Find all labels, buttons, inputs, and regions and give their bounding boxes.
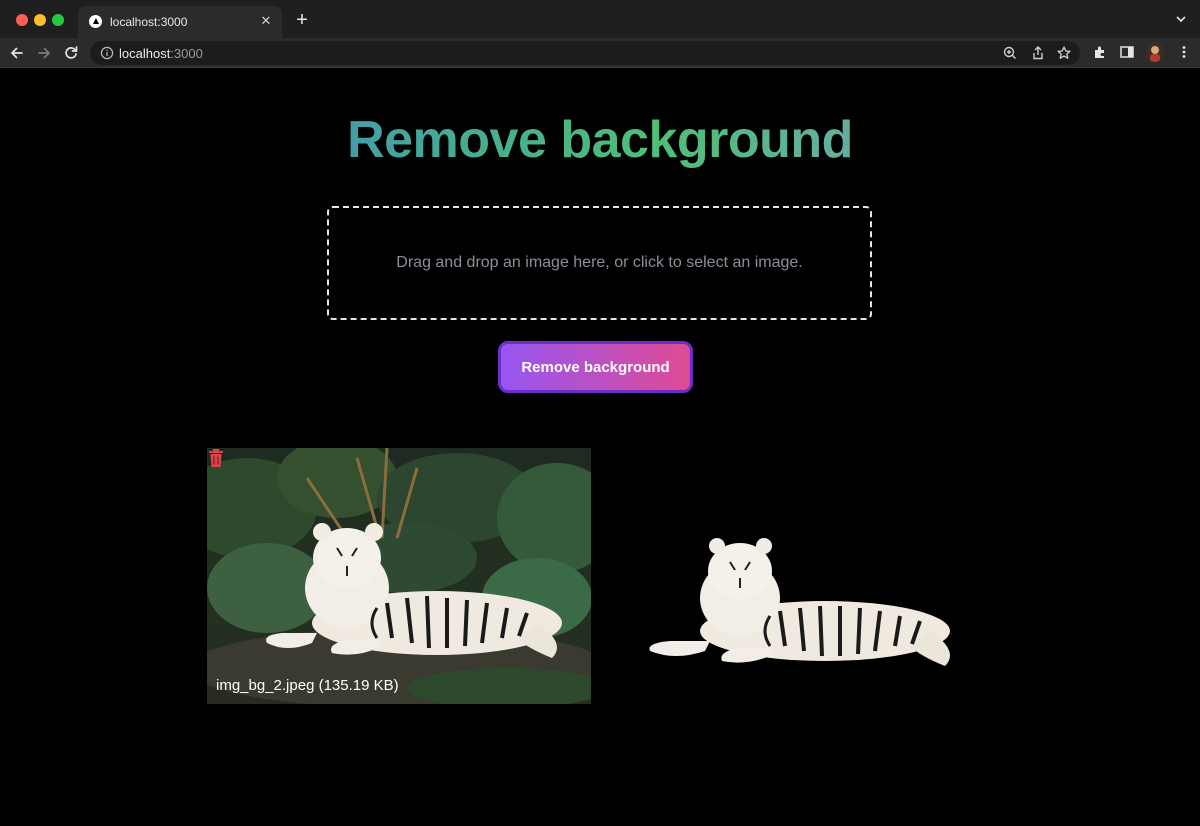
file-name-label: img_bg_2.jpeg (135.19 KB) [216,677,399,694]
avatar[interactable] [1146,42,1164,62]
tab-close-icon[interactable]: ✕ [258,13,274,29]
original-image-card: img_bg_2.jpeg (135.19 KB) [207,448,591,704]
browser-tab[interactable]: localhost:3000 ✕ [78,6,282,38]
original-image [207,448,591,704]
tab-title: localhost:3000 [110,15,188,29]
maximize-window-button[interactable] [52,14,64,26]
image-dropzone[interactable]: Drag and drop an image here, or click to… [327,206,872,320]
close-window-button[interactable] [16,14,28,26]
forward-icon[interactable] [34,43,54,63]
dropzone-text: Drag and drop an image here, or click to… [396,254,803,271]
extensions-icon[interactable] [1092,44,1108,60]
trash-icon[interactable] [207,448,225,468]
url-text: localhost:3000 [119,46,203,61]
page-title: Remove background [0,108,1200,172]
menu-icon[interactable] [1176,44,1192,60]
browser-toolbar: localhost:3000 [0,38,1200,68]
zoom-icon[interactable] [1002,45,1018,61]
share-icon[interactable] [1030,45,1046,61]
sidepanel-icon[interactable] [1119,44,1135,60]
favicon-icon [89,15,102,28]
star-icon[interactable] [1056,45,1072,61]
reload-icon[interactable] [61,43,81,63]
back-icon[interactable] [7,43,27,63]
address-bar[interactable]: localhost:3000 [90,41,1080,65]
tab-search-icon[interactable] [1174,12,1188,26]
tiger-cutout-illustration [649,538,950,666]
browser-tabstrip: localhost:3000 ✕ + [0,0,1200,38]
result-image [649,538,950,666]
page: Remove background Drag and drop an image… [0,68,1200,826]
info-icon[interactable] [100,46,114,60]
new-tab-button[interactable]: + [292,10,312,30]
minimize-window-button[interactable] [34,14,46,26]
remove-background-button[interactable]: Remove background [498,341,693,393]
